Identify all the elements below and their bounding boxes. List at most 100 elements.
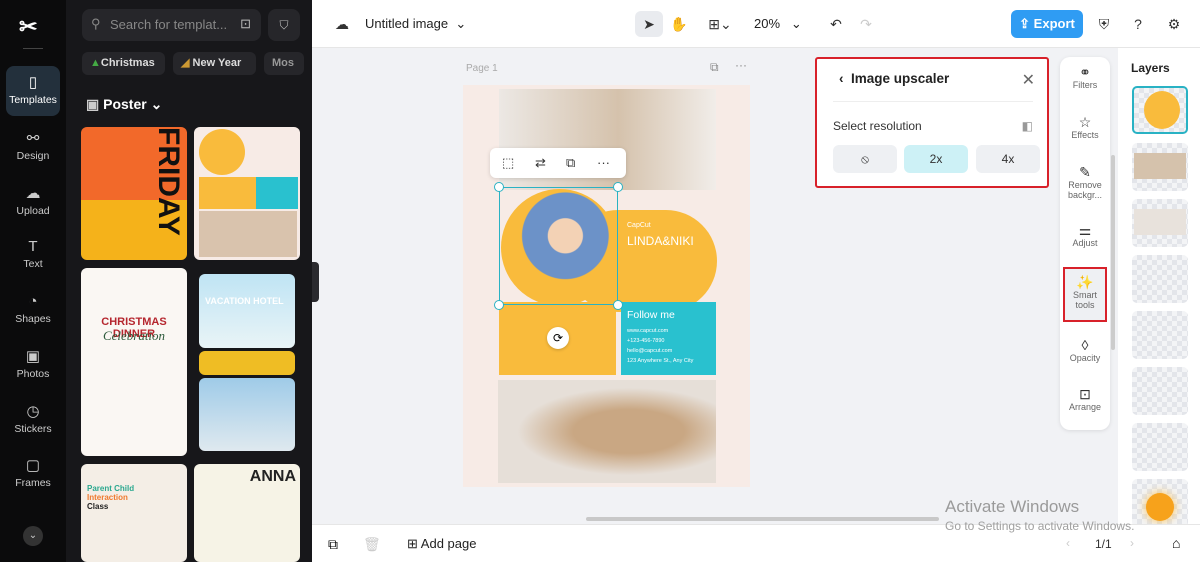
cloud-save-icon[interactable]: ☁: [328, 11, 356, 37]
search-input[interactable]: ⚲ Search for templat... ⊡: [82, 9, 261, 41]
tool-adjust[interactable]: ⚌ Adjust: [1063, 222, 1107, 248]
resolution-4x-button[interactable]: 4x: [976, 145, 1040, 173]
zoom-value: 20%: [754, 16, 781, 31]
option-label: ⦸: [861, 152, 869, 166]
upload-icon: ☁: [25, 185, 41, 202]
rail-item-templates[interactable]: ▯ Templates: [6, 66, 60, 116]
layout-icon[interactable]: ⊞⌄: [702, 11, 738, 37]
tool-label: Arrange: [1068, 402, 1102, 412]
layers-toggle-icon[interactable]: ⌂: [1172, 535, 1180, 551]
tool-opacity[interactable]: ◊ Opacity: [1063, 338, 1107, 363]
back-button[interactable]: ‹ Image upscaler: [839, 71, 949, 86]
follow-heading: Follow me: [627, 309, 675, 321]
resize-handle[interactable]: [613, 300, 623, 310]
divider: [23, 48, 43, 49]
layer-thumb[interactable]: [1132, 423, 1188, 471]
rail-item-stickers[interactable]: ◷ Stickers: [6, 395, 60, 445]
rail-item-text[interactable]: T Text: [6, 231, 60, 281]
horizontal-scrollbar[interactable]: [586, 517, 939, 521]
collapse-panel-handle[interactable]: [312, 262, 319, 302]
pug-image-bottom[interactable]: [498, 380, 716, 483]
tool-filters[interactable]: ⚭ Filters: [1063, 65, 1107, 90]
template-thumb-parent-child[interactable]: Parent Child Interaction Class: [81, 464, 187, 562]
delete-icon[interactable]: 🗑: [363, 536, 381, 553]
contact-phone: +123-456-7890: [627, 338, 665, 344]
chip-label: New Year: [192, 57, 242, 69]
layer-thumb[interactable]: [1132, 255, 1188, 303]
tool-remove-background[interactable]: ✎ Remove backgr...: [1063, 165, 1107, 200]
rail-item-frames[interactable]: ▢ Frames: [6, 449, 60, 499]
resolution-2x-button[interactable]: 2x: [904, 145, 968, 173]
selection-box[interactable]: [499, 187, 618, 305]
template-thumb-christmas-dinner[interactable]: CHRISTMAS DINNER Celebration: [81, 268, 187, 456]
page-count: 1/1: [1095, 537, 1112, 551]
tool-arrange[interactable]: ⊡ Arrange: [1063, 387, 1107, 412]
rail-label: Photos: [16, 368, 50, 380]
resize-handle[interactable]: [613, 182, 623, 192]
template-thumb-friday[interactable]: FRIDAY: [81, 127, 187, 260]
duplicate-icon[interactable]: ⧉: [566, 148, 575, 178]
help-icon[interactable]: ?: [1124, 11, 1152, 37]
document-title[interactable]: Untitled image ⌄: [365, 16, 466, 32]
tool-smart-tools[interactable]: ✨ Smart tools: [1063, 267, 1107, 322]
brand-text: CapCut: [627, 222, 651, 229]
zoom-dropdown[interactable]: 20% ⌄: [754, 16, 802, 32]
layer-thumb-pug[interactable]: [1132, 199, 1188, 247]
template-thumb-beach-house[interactable]: [199, 378, 295, 451]
resolution-none-button[interactable]: ⦸: [833, 145, 897, 173]
template-thumb-anna[interactable]: ANNA: [194, 464, 300, 562]
duplicate-page-icon[interactable]: ⧉: [710, 60, 719, 75]
top-bar: ☁ Untitled image ⌄ ➤ ✋ ⊞⌄ 20% ⌄ ↶ ↷ ⇪ Ex…: [312, 0, 1200, 48]
image-upscaler-panel: ‹ Image upscaler ✕ Select resolution ◧ ⦸…: [815, 57, 1049, 188]
tool-effects[interactable]: ☆ Effects: [1063, 115, 1107, 140]
select-tool-icon[interactable]: ➤: [635, 11, 663, 37]
rotate-handle-icon[interactable]: ⟳: [547, 327, 569, 349]
image-search-icon[interactable]: ⊡: [240, 16, 251, 32]
replace-icon[interactable]: ⇄: [535, 148, 546, 178]
page-manager-icon[interactable]: ⧉: [328, 536, 338, 553]
rail-item-design[interactable]: ⚯ Design: [6, 122, 60, 172]
layer-thumb[interactable]: [1132, 311, 1188, 359]
undo-icon[interactable]: ↶: [822, 11, 850, 37]
more-icon[interactable]: ···: [735, 58, 747, 72]
chip-more[interactable]: Mos: [264, 52, 304, 75]
page-label: Page 1: [466, 63, 498, 74]
rail-label: Templates: [9, 94, 57, 106]
hand-tool-icon[interactable]: ✋: [665, 11, 693, 37]
follow-box: Follow me www.capcut.com +123-456-7890 h…: [621, 302, 716, 375]
tools-scrollbar[interactable]: [1111, 155, 1115, 350]
layer-thumb-woman[interactable]: [1132, 86, 1188, 134]
shield-icon[interactable]: ⛨: [1090, 11, 1118, 37]
rail-label: Upload: [16, 205, 50, 217]
chip-new-year[interactable]: ◢ New Year: [173, 52, 256, 75]
rail-item-photos[interactable]: ▣ Photos: [6, 340, 60, 390]
text-icon: T: [28, 238, 38, 255]
chip-christmas[interactable]: ▲Christmas: [82, 52, 165, 75]
tool-label: Effects: [1071, 130, 1099, 140]
adjust-icon: ⚌: [1078, 222, 1092, 238]
template-thumb-linda[interactable]: [194, 127, 300, 260]
next-page-icon[interactable]: ›: [1130, 536, 1134, 550]
resize-handle[interactable]: [494, 182, 504, 192]
layer-thumb-pug[interactable]: [1132, 143, 1188, 191]
compare-icon[interactable]: ◧: [1022, 119, 1033, 133]
rail-item-shapes[interactable]: ◔ Shapes: [6, 286, 60, 336]
prev-page-icon[interactable]: ‹: [1066, 536, 1070, 550]
capcut-logo-icon[interactable]: ✂: [19, 14, 37, 40]
resize-handle[interactable]: [494, 300, 504, 310]
template-thumb-vacation-hotel[interactable]: VACATION HOTEL: [199, 274, 295, 348]
expand-button[interactable]: ⌄: [23, 526, 43, 546]
crop-icon[interactable]: ⬚: [502, 148, 514, 178]
category-dropdown[interactable]: ▣ Poster ⌄: [86, 96, 162, 113]
add-page-button[interactable]: ⊞ Add page: [407, 536, 476, 552]
more-options-icon[interactable]: ···: [597, 148, 610, 178]
layer-thumb[interactable]: [1132, 367, 1188, 415]
close-icon[interactable]: ✕: [1022, 70, 1035, 90]
export-button[interactable]: ⇪ Export: [1011, 10, 1083, 38]
filter-button[interactable]: ⛉: [268, 9, 300, 41]
assistant-bubble[interactable]: [1146, 493, 1174, 521]
settings-icon[interactable]: ⚙: [1160, 11, 1188, 37]
template-thumb-hotel-bar[interactable]: [199, 351, 295, 375]
redo-icon[interactable]: ↷: [852, 11, 880, 37]
rail-item-upload[interactable]: ☁ Upload: [6, 177, 60, 227]
